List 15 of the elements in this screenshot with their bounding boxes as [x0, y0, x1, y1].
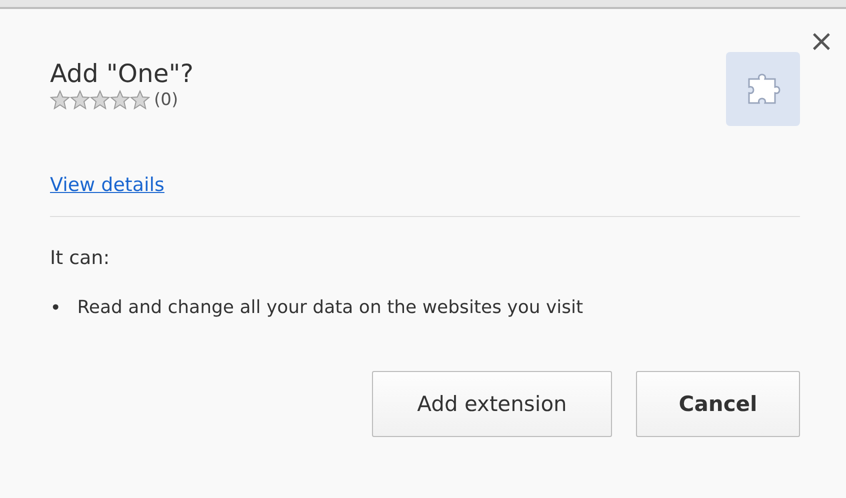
rating-count: (0): [154, 90, 178, 110]
star-icon: [50, 90, 70, 110]
add-extension-button[interactable]: Add extension: [372, 371, 612, 437]
extension-icon: [726, 52, 800, 126]
star-icon: [70, 90, 90, 110]
permission-text: Read and change all your data on the websites you visit: [77, 297, 584, 319]
bullet-icon: •: [50, 297, 62, 319]
permissions-heading: It can:: [50, 247, 111, 269]
close-button[interactable]: ×: [808, 27, 834, 57]
cancel-button[interactable]: Cancel: [636, 371, 800, 437]
star-icon: [130, 90, 150, 110]
star-icon: [110, 90, 130, 110]
view-details-link[interactable]: View details: [50, 174, 164, 196]
dialog-title: Add "One"?: [50, 59, 194, 88]
star-icon: [90, 90, 110, 110]
